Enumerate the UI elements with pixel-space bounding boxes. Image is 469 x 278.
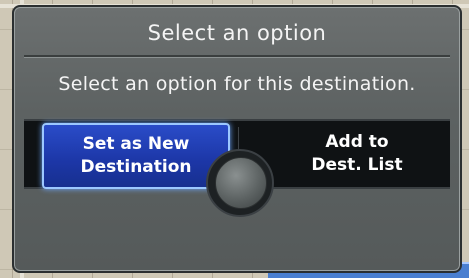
add-to-dest-list-button[interactable]: Add to Dest. List <box>264 123 450 185</box>
option-label-line2: Dest. List <box>311 155 403 175</box>
divider <box>24 55 450 58</box>
selector-knob-icon[interactable] <box>215 157 267 209</box>
option-label-line2: Destination <box>80 157 192 177</box>
option-label-line1: Add to <box>325 132 389 152</box>
option-dialog: Select an option Select an option for th… <box>12 5 462 273</box>
option-label-line1: Set as New <box>82 134 190 154</box>
dialog-title: Select an option <box>147 21 327 45</box>
dialog-message: Select an option for this destination. <box>58 73 416 95</box>
set-as-new-destination-button[interactable]: Set as New Destination <box>42 123 230 189</box>
